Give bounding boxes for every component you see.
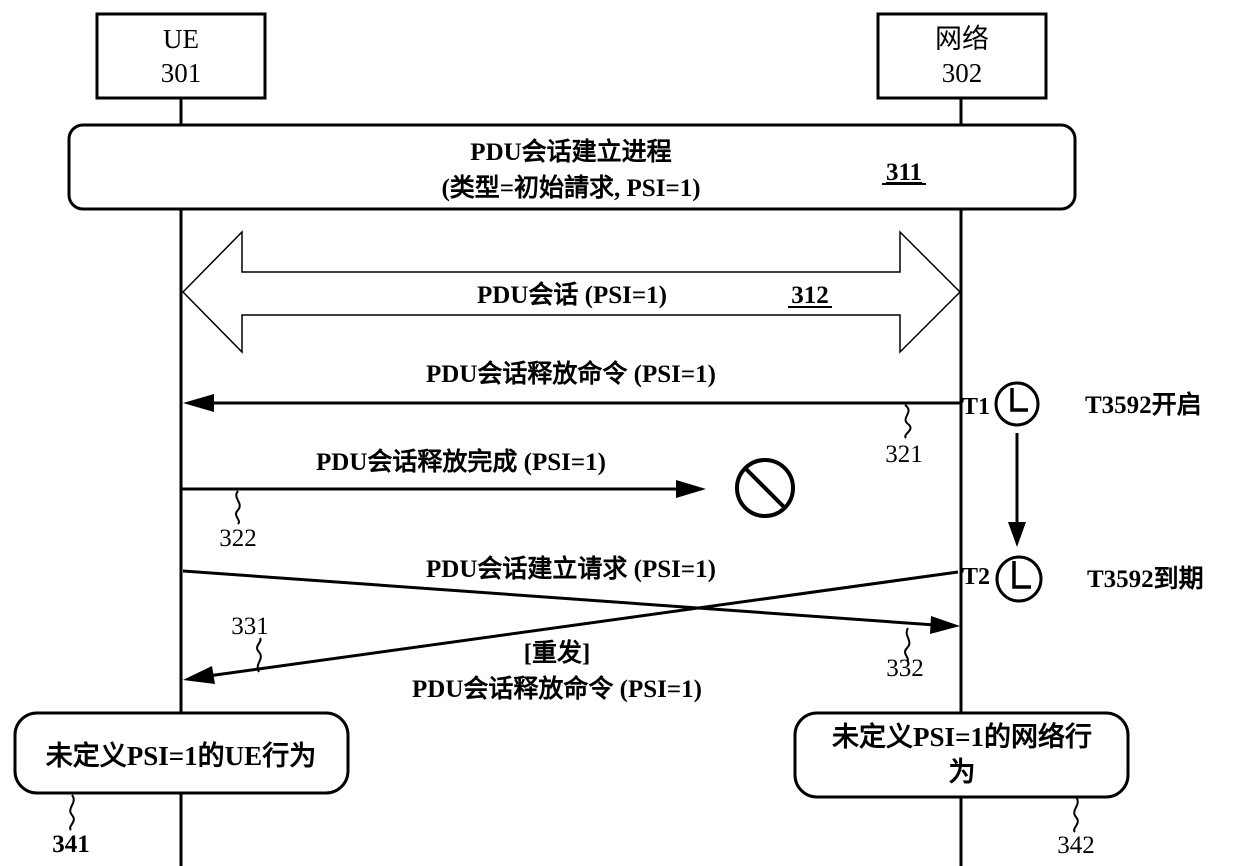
timer-t3592: T1 T2 T3592开启 T3592到期 xyxy=(962,381,1204,603)
blocked-icon xyxy=(735,458,795,518)
message-321-leader xyxy=(904,404,912,439)
procedure-title: PDU会话建立进程 xyxy=(470,137,671,166)
clock-expire-icon xyxy=(995,555,1043,603)
message-322-arrowhead xyxy=(676,480,706,498)
message-322-label: PDU会话释放完成 (PSI=1) xyxy=(316,447,606,476)
message-322-ref: 322 xyxy=(219,525,257,552)
network-id: 302 xyxy=(942,58,983,88)
session-ref: 312 xyxy=(791,282,829,309)
procedure-ref: 311 xyxy=(886,159,922,186)
message-331: 331 [重发] PDU会话释放命令 (PSI=1) xyxy=(183,570,959,703)
message-331-label: PDU会话释放命令 (PSI=1) xyxy=(412,674,702,703)
timer-t2-label: T2 xyxy=(962,564,990,590)
ue-entity-box: UE 301 xyxy=(95,12,267,100)
network-outcome-leader xyxy=(1073,796,1079,833)
message-321-arrowhead xyxy=(183,394,214,412)
ue-outcome-ref: 341 xyxy=(52,831,90,858)
network-name: 网络 xyxy=(935,24,989,54)
clock-start-icon xyxy=(994,381,1040,427)
message-331-arrowhead xyxy=(183,666,215,684)
ue-outcome-leader xyxy=(69,794,75,831)
timer-arrowhead xyxy=(1008,522,1026,547)
ue-outcome-text: 未定义PSI=1的UE行为 xyxy=(46,740,316,771)
message-321-ref: 321 xyxy=(885,441,923,468)
network-entity-box: 网络 302 xyxy=(876,12,1048,100)
message-322: PDU会话释放完成 (PSI=1) 322 xyxy=(181,447,795,552)
network-outcome-ref: 342 xyxy=(1057,832,1095,859)
message-321-label: PDU会话释放命令 (PSI=1) xyxy=(426,359,716,388)
ue-id: 301 xyxy=(161,58,202,88)
timer-t1-label: T1 xyxy=(962,394,990,420)
message-331-ref: 331 xyxy=(231,613,269,640)
session-312-double-arrow: PDU会话 (PSI=1) 312 xyxy=(181,230,962,354)
procedure-311-box: PDU会话建立进程 (类型=初始請求, PSI=1) 311 xyxy=(67,123,1077,211)
message-332-ref: 332 xyxy=(886,655,924,682)
timer-start-text: T3592开启 xyxy=(1085,390,1202,419)
message-322-leader xyxy=(235,490,241,525)
network-outcome-line1: 未定义PSI=1的网络行 xyxy=(832,721,1092,752)
message-331-leader xyxy=(256,637,262,673)
timer-expire-text: T3592到期 xyxy=(1087,565,1204,593)
network-outcome-line2: 为 xyxy=(949,757,976,787)
message-332-label: PDU会话建立请求 (PSI=1) xyxy=(426,554,716,583)
message-331-resend-label: [重发] xyxy=(524,638,591,667)
session-label: PDU会话 (PSI=1) xyxy=(477,281,667,309)
ue-name: UE xyxy=(163,24,199,54)
sequence-diagram: UE 301 网络 302 PDU会话建立进程 (类型=初始請求, PSI=1)… xyxy=(13,12,1204,866)
message-332-arrowhead xyxy=(930,616,960,634)
procedure-subtitle: (类型=初始請求, PSI=1) xyxy=(441,173,700,202)
